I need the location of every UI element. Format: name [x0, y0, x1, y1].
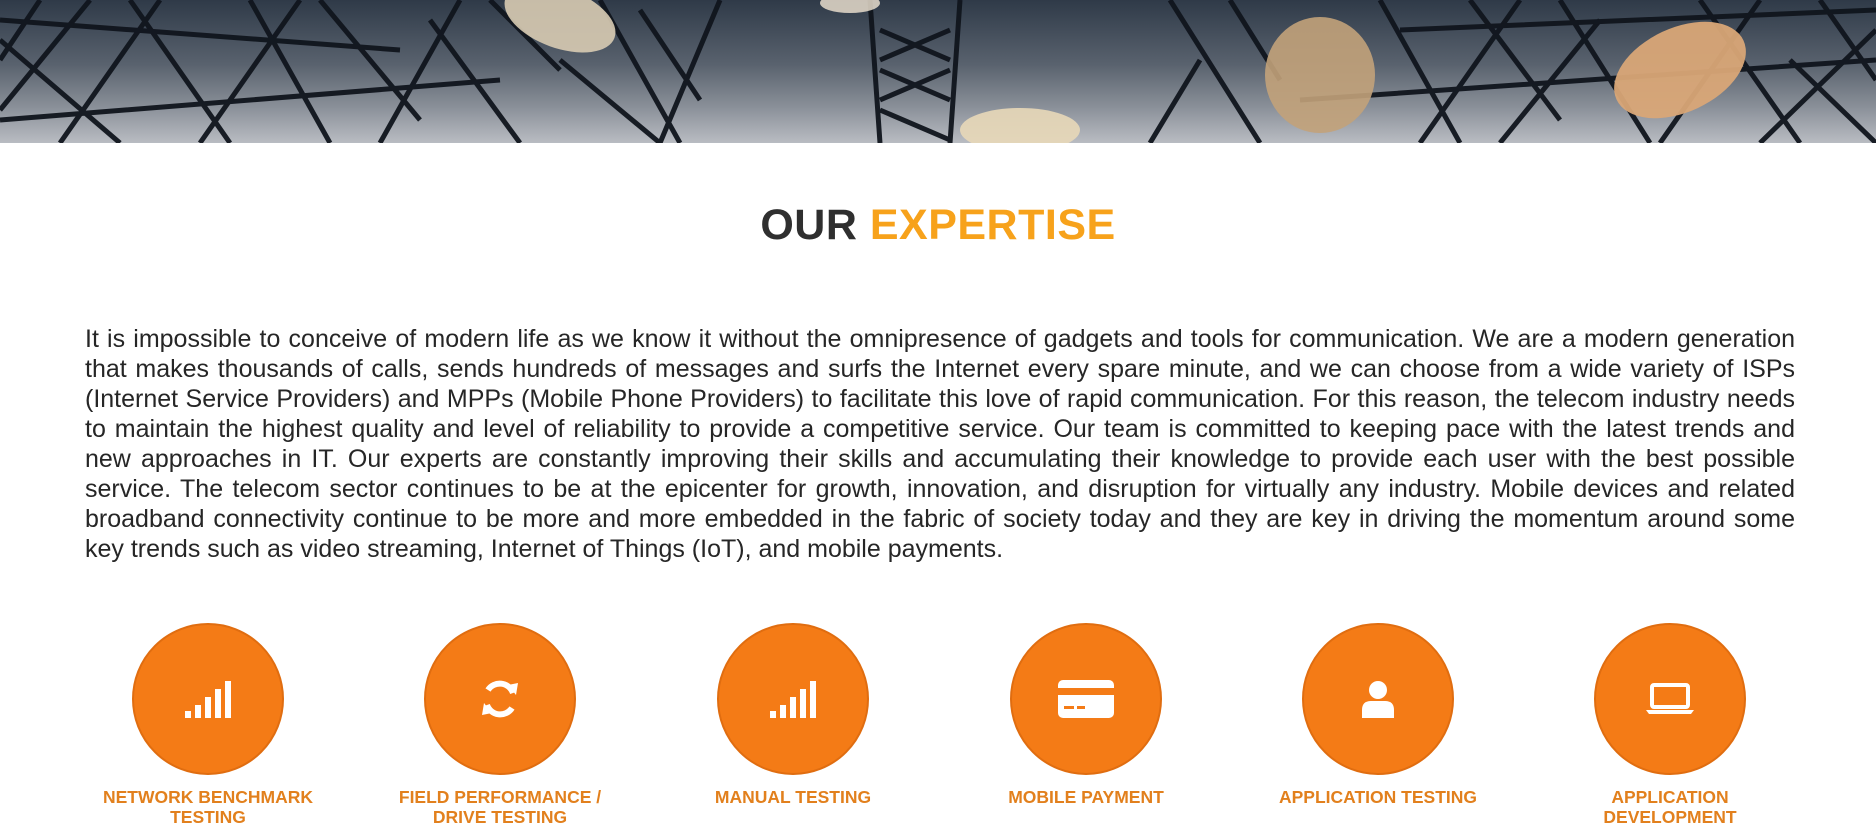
service-label: APPLICATION TESTING [1278, 787, 1477, 807]
service-network-benchmark-testing[interactable]: NETWORK BENCHMARK TESTING [78, 623, 338, 827]
service-icon-circle[interactable] [1010, 623, 1162, 775]
service-icon-circle[interactable] [1594, 623, 1746, 775]
service-label: APPLICATION DEVELOPMENT [1603, 787, 1737, 827]
service-application-testing[interactable]: APPLICATION TESTING [1248, 623, 1508, 807]
service-label: NETWORK BENCHMARK TESTING [103, 787, 313, 827]
service-icon-circle[interactable] [1302, 623, 1454, 775]
service-label: MANUAL TESTING [714, 787, 872, 807]
service-manual-testing[interactable]: MANUAL TESTING [663, 623, 923, 807]
service-icon-circle[interactable] [717, 623, 869, 775]
heading-part-expertise: EXPERTISE [869, 201, 1116, 249]
service-icon-circle[interactable] [424, 623, 576, 775]
service-application-development[interactable]: APPLICATION DEVELOPMENT [1540, 623, 1800, 827]
credit-card-icon [1058, 680, 1114, 718]
heading-part-our: OUR [760, 201, 858, 249]
hero-banner-image [0, 0, 1876, 143]
signal-bars-icon [185, 681, 231, 718]
user-icon [1362, 681, 1394, 718]
service-icon-circle[interactable] [132, 623, 284, 775]
service-field-performance-drive-testing[interactable]: FIELD PERFORMANCE / DRIVE TESTING [370, 623, 630, 827]
section-heading: OUR EXPERTISE [0, 199, 1876, 251]
service-label: FIELD PERFORMANCE / DRIVE TESTING [398, 787, 602, 827]
laptop-icon [1646, 683, 1694, 714]
services-list: NETWORK BENCHMARK TESTING FIELD PERFORMA… [0, 623, 1876, 838]
refresh-icon [482, 680, 518, 718]
service-mobile-payment[interactable]: MOBILE PAYMENT [956, 623, 1216, 807]
signal-bars-icon [770, 681, 816, 718]
intro-paragraph: It is impossible to conceive of modern l… [85, 325, 1795, 563]
service-label: MOBILE PAYMENT [1008, 787, 1164, 807]
